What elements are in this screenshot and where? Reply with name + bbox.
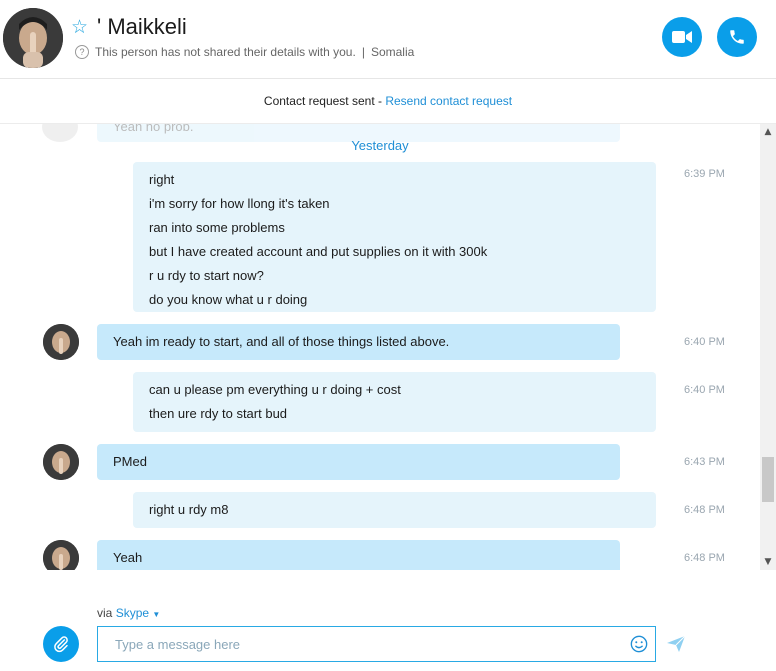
resend-contact-request-link[interactable]: Resend contact request [385, 94, 512, 108]
contact-details: ? This person has not shared their detai… [75, 45, 414, 59]
message-timestamp: 6:39 PM [684, 168, 725, 180]
contact-location: Somalia [370, 45, 415, 59]
question-icon[interactable]: ? [75, 45, 89, 59]
scroll-thumb[interactable] [762, 457, 774, 502]
attach-file-button[interactable] [43, 626, 79, 662]
message-timestamp: 6:40 PM [684, 336, 725, 348]
message-line: do you know what u r doing [149, 292, 308, 307]
via-service[interactable]: Skype [116, 606, 149, 620]
paperclip-icon [54, 636, 68, 653]
message-bubble-outgoing[interactable]: can u please pm everything u r doing + c… [133, 372, 656, 432]
message-list[interactable]: Yeah no prob. Yesterday right i'm sorry … [0, 124, 760, 570]
scroll-down-icon[interactable]: ▼ [760, 554, 776, 570]
message-bubble-incoming[interactable]: Yeah [97, 540, 620, 570]
video-call-button[interactable] [662, 17, 702, 57]
conversation-header: ☆ ' Maikkeli ? This person has not share… [0, 0, 776, 79]
via-label: via [97, 606, 113, 620]
favorite-star-icon[interactable]: ☆ [71, 16, 88, 38]
message-line: i'm sorry for how llong it's taken [149, 196, 330, 211]
message-input-box[interactable] [97, 626, 656, 662]
message-line: ran into some problems [149, 220, 285, 235]
message-input[interactable] [113, 636, 627, 653]
message-line: right [149, 172, 175, 187]
message-bubble-incoming[interactable]: Yeah im ready to start, and all of those… [97, 324, 620, 360]
contact-avatar[interactable] [3, 8, 63, 68]
chat-scrollbar[interactable]: ▲ ▼ [760, 124, 776, 570]
message-bubble-incoming[interactable]: PMed [97, 444, 620, 480]
sender-avatar[interactable] [43, 444, 79, 480]
day-separator: Yesterday [351, 138, 409, 153]
message-line: right u rdy m8 [149, 502, 229, 517]
contact-request-text: Contact request sent - [263, 94, 386, 108]
message-line: but I have created account and put suppl… [149, 244, 488, 259]
send-icon[interactable] [667, 636, 685, 652]
contact-name: ' Maikkeli [97, 14, 187, 39]
audio-call-button[interactable] [717, 17, 757, 57]
message-bubble-outgoing[interactable]: right i'm sorry for how llong it's taken… [133, 162, 656, 312]
sender-avatar[interactable] [43, 324, 79, 360]
message-line: can u please pm everything u r doing + c… [149, 382, 401, 397]
video-call-icon [672, 31, 692, 43]
smiley-icon[interactable] [630, 635, 648, 653]
privacy-note: This person has not shared their details… [95, 45, 356, 59]
sender-avatar[interactable] [43, 540, 79, 570]
message-timestamp: 6:40 PM [684, 384, 725, 396]
message-line: r u rdy to start now? [149, 268, 264, 283]
scroll-up-icon[interactable]: ▲ [760, 124, 776, 140]
contact-request-banner: Contact request sent - Resend contact re… [0, 79, 776, 124]
audio-call-icon [730, 30, 744, 44]
message-bubble-outgoing[interactable]: right u rdy m8 [133, 492, 656, 528]
message-line: then ure rdy to start bud [149, 406, 288, 421]
send-via-selector[interactable]: via Skype ▼ [97, 606, 160, 620]
message-timestamp: 6:43 PM [684, 456, 725, 468]
separator: | [361, 45, 365, 59]
message-timestamp: 6:48 PM [684, 504, 725, 516]
chevron-down-icon[interactable]: ▼ [152, 610, 160, 619]
message-timestamp: 6:48 PM [684, 552, 725, 564]
